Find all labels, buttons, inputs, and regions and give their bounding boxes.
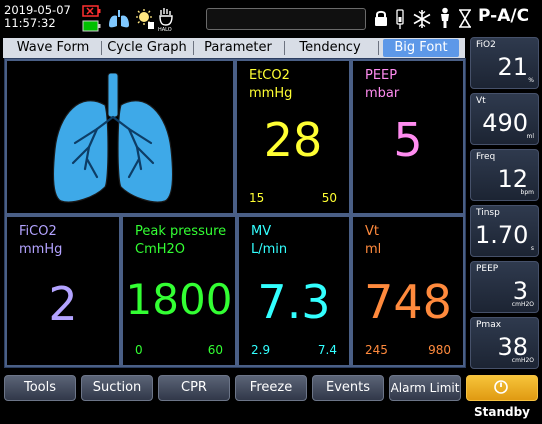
etco2-name: EtCO2	[249, 68, 290, 83]
ventilation-mode[interactable]: P-A/C	[478, 6, 529, 26]
snowflake-icon	[413, 10, 431, 28]
param-unit: s	[530, 245, 534, 252]
fico2-value: 2	[48, 277, 78, 331]
param-value: 21	[497, 53, 528, 81]
vt-value: 748	[364, 275, 452, 329]
param-unit: bpm	[520, 189, 534, 196]
fico2-cell: FiCO2 mmHg 2	[5, 215, 121, 367]
mv-unit: L/min	[251, 242, 288, 257]
peak-pressure-value: 1800	[125, 275, 233, 324]
lung-image-cell	[5, 59, 235, 215]
peep-cell: PEEP mbar 5	[351, 59, 465, 215]
param-label: FiO2	[476, 40, 496, 50]
param-vt[interactable]: Vt 490 ml	[470, 93, 539, 145]
tab-divider	[193, 41, 194, 55]
lungs-icon	[52, 73, 174, 203]
tools-button[interactable]: Tools	[4, 375, 76, 401]
param-label: Vt	[476, 96, 486, 106]
param-value: 1.70	[475, 221, 529, 249]
param-unit: ml	[526, 133, 534, 140]
peak-pressure-low-limit: 0	[135, 343, 143, 357]
battery-warning-icon	[82, 5, 101, 17]
param-label: PEEP	[476, 264, 499, 274]
mv-name: MV	[251, 224, 272, 239]
time-text: 11:57:32	[4, 16, 56, 30]
mv-value: 7.3	[257, 275, 331, 329]
peep-unit: mbar	[365, 86, 400, 101]
big-font-panel: EtCO2 mmHg 28 15 50 PEEP mbar 5 FiCO2 mm…	[4, 58, 466, 368]
vt-low-limit: 245	[365, 343, 388, 357]
message-box	[206, 8, 366, 30]
peak-pressure-label: Peak pressure CmH2O	[135, 223, 226, 259]
param-unit: cmH2O	[511, 301, 534, 308]
param-fio2[interactable]: FiO2 21 %	[470, 37, 539, 89]
lungs-icon	[109, 10, 129, 28]
battery-icon	[82, 20, 101, 32]
power-icon	[493, 380, 508, 394]
param-freq[interactable]: Freq 12 bpm	[470, 149, 539, 201]
etco2-low-limit: 15	[249, 191, 265, 205]
tab-divider	[378, 41, 379, 55]
mv-cell: MV L/min 7.3 2.9 7.4	[237, 215, 351, 367]
lock-icon	[375, 10, 387, 26]
etco2-cell: EtCO2 mmHg 28 15 50	[235, 59, 351, 215]
param-label: Freq	[476, 152, 496, 162]
events-button[interactable]: Events	[312, 375, 384, 401]
sun-icon	[136, 9, 154, 29]
param-value: 490	[482, 109, 528, 137]
param-peep[interactable]: PEEP 3 cmH2O	[470, 261, 539, 313]
standby-label: Standby	[473, 405, 531, 419]
mv-label: MV L/min	[251, 223, 287, 259]
standby-button[interactable]: Standby	[466, 375, 538, 419]
cpr-button[interactable]: CPR	[158, 375, 230, 401]
suction-button[interactable]: Suction	[81, 375, 153, 401]
pen-icon	[396, 9, 404, 29]
peep-name: PEEP	[365, 68, 398, 83]
alarm-limit-button[interactable]: Alarm Limit	[389, 375, 461, 401]
fico2-name: FiCO2	[19, 224, 57, 239]
view-tabs: Wave Form Cycle Graph Parameter Tendency…	[3, 38, 465, 58]
peak-pressure-cell: Peak pressure CmH2O 1800 0 60	[121, 215, 237, 367]
vt-cell: Vt ml 748 245 980	[351, 215, 465, 367]
peak-pressure-high-limit: 60	[207, 343, 223, 357]
vt-high-limit: 980	[428, 343, 451, 357]
vt-unit: ml	[365, 242, 382, 257]
hourglass-icon	[459, 9, 471, 28]
peep-value: 5	[393, 113, 423, 167]
status-bar: 2019-05-07 11:57:32 HALO P-A/C	[0, 0, 542, 36]
tab-big-font[interactable]: Big Font	[383, 39, 459, 57]
param-unit: %	[528, 77, 534, 84]
peak-pressure-unit: CmH2O	[135, 242, 186, 257]
fico2-label: FiCO2 mmHg	[19, 223, 62, 259]
param-pmax[interactable]: Pmax 38 cmH2O	[470, 317, 539, 369]
peep-label: PEEP mbar	[365, 67, 399, 103]
etco2-high-limit: 50	[321, 191, 337, 205]
etco2-value: 28	[263, 113, 323, 167]
param-label: Tinsp	[476, 208, 500, 218]
svg-text:HALO: HALO	[158, 27, 172, 32]
tab-parameter[interactable]: Parameter	[195, 38, 281, 58]
param-unit: cmH2O	[511, 357, 534, 364]
mv-high-limit: 7.4	[317, 343, 337, 357]
datetime: 2019-05-07 11:57:32	[4, 4, 71, 30]
tab-tendency[interactable]: Tendency	[286, 38, 374, 58]
tab-wave-form[interactable]: Wave Form	[7, 38, 99, 58]
tab-divider	[284, 41, 285, 55]
person-icon	[441, 7, 449, 28]
halo-icon: HALO	[158, 8, 173, 32]
vt-label: Vt ml	[365, 223, 381, 259]
etco2-unit: mmHg	[249, 86, 293, 101]
fico2-unit: mmHg	[19, 242, 63, 257]
param-label: Pmax	[476, 320, 502, 330]
tab-divider	[101, 41, 102, 55]
peak-pressure-name: Peak pressure	[135, 224, 227, 239]
etco2-label: EtCO2 mmHg	[249, 67, 292, 103]
param-tinsp[interactable]: Tinsp 1.70 s	[470, 205, 539, 257]
mv-low-limit: 2.9	[251, 343, 271, 357]
tab-cycle-graph[interactable]: Cycle Graph	[103, 38, 191, 58]
vt-name: Vt	[365, 224, 379, 239]
freeze-button[interactable]: Freeze	[235, 375, 307, 401]
